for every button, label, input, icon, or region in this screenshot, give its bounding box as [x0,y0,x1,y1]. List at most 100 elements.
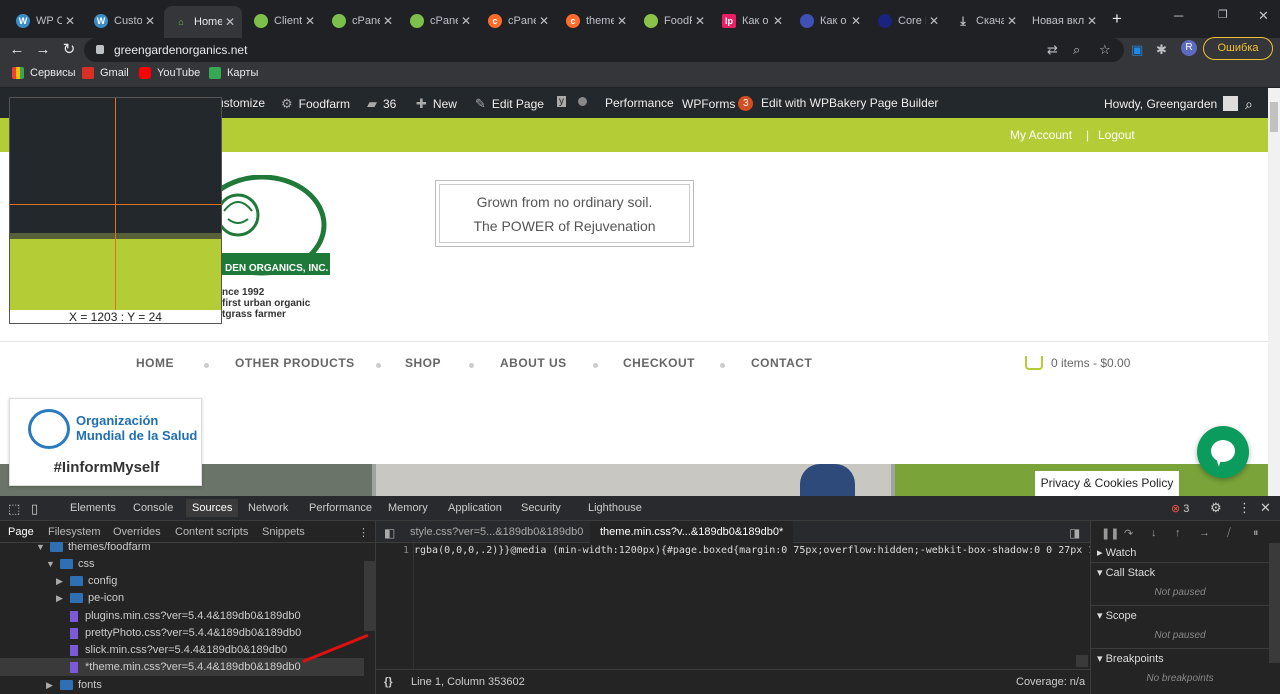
close-icon[interactable]: ✕ [380,14,396,28]
tab-lighthouse[interactable]: Lighthouse [588,502,642,514]
code-content[interactable]: rgba(0,0,0,.2)}}@media (min-width:1200px… [414,543,1090,669]
close-icon[interactable]: ✕ [926,14,942,28]
settings-icon[interactable]: ⚙ [1210,500,1222,516]
browser-tab[interactable]: c theme ✕ [556,8,634,34]
nav-contact[interactable]: CONTACT [751,356,812,370]
call-stack-section[interactable]: ▾ Call Stack Not paused [1091,563,1269,606]
close-icon[interactable]: ✕ [848,14,864,28]
browser-tab[interactable]: Как о ✕ [790,8,868,34]
puzzle-icon[interactable]: ✱ [1156,42,1167,58]
browser-tab[interactable]: W Custo ✕ [84,8,162,34]
minimize-icon[interactable]: ─ [1174,8,1183,23]
extension-icon[interactable]: ▣ [1131,42,1143,58]
nav-checkout[interactable]: CHECKOUT [623,356,695,370]
translate-icon[interactable]: ⇄ [1047,42,1058,58]
browser-tab[interactable]: cPanel✕ [322,8,400,34]
editor-tab-theme[interactable]: theme.min.css?v...&189db0&189db0* [590,521,794,543]
step-out-icon[interactable]: ↑ [1175,527,1181,539]
nav-tab-snippets[interactable]: Snippets [262,526,305,538]
close-icon[interactable]: ✕ [536,14,552,28]
browser-tab[interactable]: Client ✕ [244,8,322,34]
tree-file-selected[interactable]: *theme.min.css?ver=5.4.4&189db0&189db0 [70,661,301,673]
devtools-close-icon[interactable]: ✕ [1260,500,1271,516]
tab-elements[interactable]: Elements [70,502,116,514]
pause-on-exceptions-icon[interactable]: ⏸ [1253,527,1259,540]
step-into-icon[interactable]: ↓ [1151,527,1157,539]
new-tab-icon[interactable]: + [1112,9,1122,29]
nav-other-products[interactable]: OTHER PRODUCTS [235,356,355,370]
inspect-icon[interactable]: ⬚ [8,501,20,517]
deactivate-breakpoints-icon[interactable]: ⧸ [1227,527,1231,540]
nav-tab-filesystem[interactable]: Filesystem [48,526,101,538]
tab-security[interactable]: Security [521,502,561,514]
tree-folder[interactable]: ▼ themes/foodfarm [36,541,151,553]
nav-home[interactable]: HOME [136,356,174,370]
more-icon[interactable]: ⋮ [358,526,369,539]
profile-avatar[interactable]: R [1181,40,1197,56]
scrollbar-thumb[interactable] [1270,102,1278,132]
tree-folder[interactable]: ▶ fonts [46,679,102,691]
zoom-icon[interactable]: ⌕ [1073,42,1080,58]
bookmark-services[interactable]: Сервисы [12,67,76,79]
privacy-policy-button[interactable]: Privacy & Cookies Policy [1035,471,1179,496]
tab-console[interactable]: Console [133,502,173,514]
nav-tab-page[interactable]: Page [8,526,34,538]
device-toggle-icon[interactable]: ▯ [31,501,38,517]
tab-network[interactable]: Network [248,502,288,514]
star-icon[interactable]: ☆ [1099,42,1111,58]
close-icon[interactable]: ✕ [302,14,318,28]
error-button[interactable]: Ошибка [1203,37,1273,60]
toggle-navigator-icon[interactable]: ◧ [384,526,395,540]
pause-icon[interactable]: ❚❚ [1101,527,1119,540]
admin-site-menu[interactable]: ⚙ Foodfarm [281,96,350,112]
restore-icon[interactable]: ❐ [1218,8,1228,21]
who-widget[interactable]: Organización Mundial de la Salud #Iinfor… [9,398,202,486]
back-icon[interactable]: ← [6,40,28,62]
close-icon[interactable]: ✕ [222,15,238,29]
close-icon[interactable]: ✕ [142,14,158,28]
tab-memory[interactable]: Memory [388,502,428,514]
reload-icon[interactable]: ↻ [58,40,80,62]
forward-icon[interactable]: → [32,40,54,62]
cart-summary[interactable]: 0 items - $0.00 [1025,356,1130,370]
close-icon[interactable]: ✕ [62,14,78,28]
admin-customize[interactable]: ustomize [217,96,265,110]
browser-tab-active[interactable]: ⌂ Home ✕ [164,6,242,38]
step-icon[interactable]: → [1199,527,1210,539]
close-icon[interactable]: ✕ [692,14,708,28]
error-count[interactable]: ⊗ 3 [1171,502,1189,515]
browser-tab[interactable]: cPanel✕ [400,8,478,34]
admin-yoast[interactable]: y [557,96,587,107]
tree-file[interactable]: slick.min.css?ver=5.4.4&189db0&189db0 [70,644,287,656]
my-account-link[interactable]: My Account [1010,128,1072,142]
navigator-scrollbar[interactable] [364,561,376,631]
more-icon[interactable]: ⋮ [1238,500,1251,516]
close-icon[interactable]: ✕ [770,14,786,28]
admin-wpforms[interactable]: WPForms 3 [682,96,754,111]
nav-about-us[interactable]: ABOUT US [500,356,567,370]
close-icon[interactable]: ✕ [614,14,630,28]
tab-application[interactable]: Application [448,502,502,514]
step-over-icon[interactable]: ↷ [1124,527,1133,540]
tree-file[interactable]: plugins.min.css?ver=5.4.4&189db0&189db0 [70,610,301,622]
nav-shop[interactable]: SHOP [405,356,441,370]
tree-folder[interactable]: ▶ pe-icon [56,592,124,604]
search-icon[interactable]: ⌕ [1245,96,1253,113]
url-input[interactable]: greengardenorganics.net [84,38,1124,62]
pretty-print-button[interactable]: {} [384,676,393,688]
bookmark-youtube[interactable]: YouTube [139,67,200,79]
bookmark-gmail[interactable]: Gmail [82,67,129,79]
browser-tab[interactable]: Core I ✕ [868,8,946,34]
browser-tab[interactable]: ccPanel✕ [478,8,556,34]
close-icon[interactable]: ✕ [1084,14,1100,28]
watch-section[interactable]: ▸ Watch [1091,543,1269,563]
browser-tab[interactable]: FoodF✕ [634,8,712,34]
scope-section[interactable]: ▾ Scope Not paused [1091,606,1269,649]
window-close-icon[interactable]: ✕ [1258,8,1269,24]
bookmark-maps[interactable]: Карты [209,67,258,79]
browser-tab[interactable]: ⤓ Скача ✕ [946,8,1024,34]
nav-tab-overrides[interactable]: Overrides [113,526,161,538]
admin-performance[interactable]: Performance [605,96,674,110]
tab-sources[interactable]: Sources [186,499,239,517]
editor-tab-style[interactable]: style.css?ver=5...&189db0&189db0 [410,526,583,538]
